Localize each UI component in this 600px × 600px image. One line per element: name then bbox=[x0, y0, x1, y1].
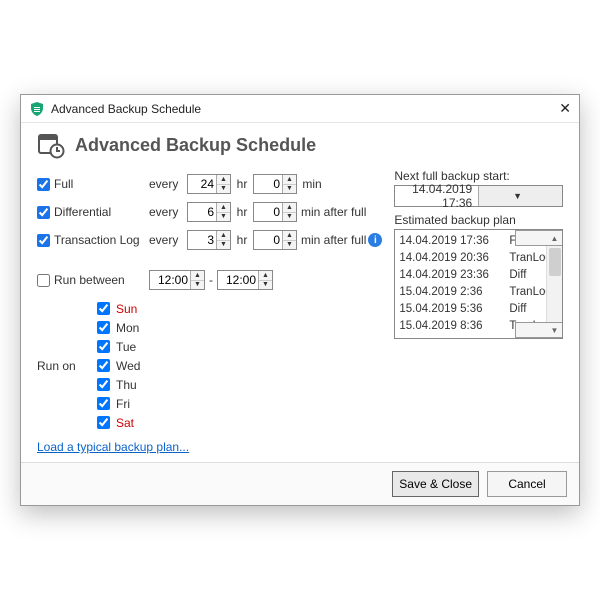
dialog-footer: Save & Close Cancel bbox=[21, 462, 579, 505]
tlog-hours-stepper[interactable]: ▲▼ bbox=[187, 230, 231, 250]
plan-row[interactable]: 14.04.2019 23:36Diff bbox=[399, 266, 558, 283]
app-shield-icon bbox=[29, 101, 45, 117]
run-between-from[interactable]: ▲▼ bbox=[149, 270, 205, 290]
plan-row[interactable]: 14.04.2019 20:36TranLog bbox=[399, 249, 558, 266]
full-min-stepper[interactable]: ▲▼ bbox=[253, 174, 297, 194]
day-fri[interactable]: Fri bbox=[93, 394, 140, 413]
dialog-window: Advanced Backup Schedule ✕ Advanced Back… bbox=[20, 94, 580, 506]
day-wed[interactable]: Wed bbox=[93, 356, 140, 375]
scroll-thumb bbox=[549, 248, 561, 276]
window-title: Advanced Backup Schedule bbox=[51, 102, 539, 116]
full-hours-stepper[interactable]: ▲▼ bbox=[187, 174, 231, 194]
day-mon[interactable]: Mon bbox=[93, 318, 140, 337]
cancel-button[interactable]: Cancel bbox=[487, 471, 567, 497]
run-on-label: Run on bbox=[37, 359, 85, 373]
day-sat[interactable]: Sat bbox=[93, 413, 140, 432]
plan-listbox[interactable]: 14.04.2019 17:36Full14.04.2019 20:36Tran… bbox=[394, 229, 563, 339]
info-icon[interactable]: i bbox=[368, 233, 382, 247]
scrollbar[interactable]: ▲ ▼ bbox=[546, 230, 562, 338]
tranlog-checkbox[interactable]: Transaction Log bbox=[37, 233, 149, 247]
close-button[interactable]: ✕ bbox=[539, 100, 571, 117]
load-plan-link[interactable]: Load a typical backup plan... bbox=[37, 432, 189, 454]
full-checkbox[interactable]: Full bbox=[37, 177, 149, 191]
chevron-down-icon[interactable]: ▼ bbox=[478, 186, 562, 206]
scroll-down-icon: ▼ bbox=[515, 322, 564, 338]
dialog-title: Advanced Backup Schedule bbox=[75, 135, 316, 156]
plan-row[interactable]: 15.04.2019 2:36TranLog bbox=[399, 283, 558, 300]
differential-checkbox[interactable]: Differential bbox=[37, 205, 149, 219]
plan-label: Estimated backup plan bbox=[394, 213, 563, 227]
plan-row[interactable]: 15.04.2019 5:36Diff bbox=[399, 300, 558, 317]
run-between-to[interactable]: ▲▼ bbox=[217, 270, 273, 290]
day-thu[interactable]: Thu bbox=[93, 375, 140, 394]
day-sun[interactable]: Sun bbox=[93, 299, 140, 318]
diff-hours-stepper[interactable]: ▲▼ bbox=[187, 202, 231, 222]
next-start-combo[interactable]: 14.04.2019 17:36 ▼ bbox=[394, 185, 563, 207]
titlebar: Advanced Backup Schedule ✕ bbox=[21, 95, 579, 123]
scroll-up-icon: ▲ bbox=[515, 230, 564, 246]
save-close-button[interactable]: Save & Close bbox=[392, 471, 479, 497]
every-label: every bbox=[149, 177, 187, 191]
run-between-checkbox[interactable]: Run between bbox=[37, 273, 149, 287]
calendar-clock-icon bbox=[37, 131, 65, 159]
day-tue[interactable]: Tue bbox=[93, 337, 140, 356]
tlog-min-stepper[interactable]: ▲▼ bbox=[253, 230, 297, 250]
spin-up-icon: ▲ bbox=[217, 175, 230, 185]
spin-down-icon: ▼ bbox=[217, 185, 230, 194]
diff-min-stepper[interactable]: ▲▼ bbox=[253, 202, 297, 222]
dialog-header: Advanced Backup Schedule bbox=[21, 123, 579, 165]
next-start-label: Next full backup start: bbox=[394, 169, 563, 183]
